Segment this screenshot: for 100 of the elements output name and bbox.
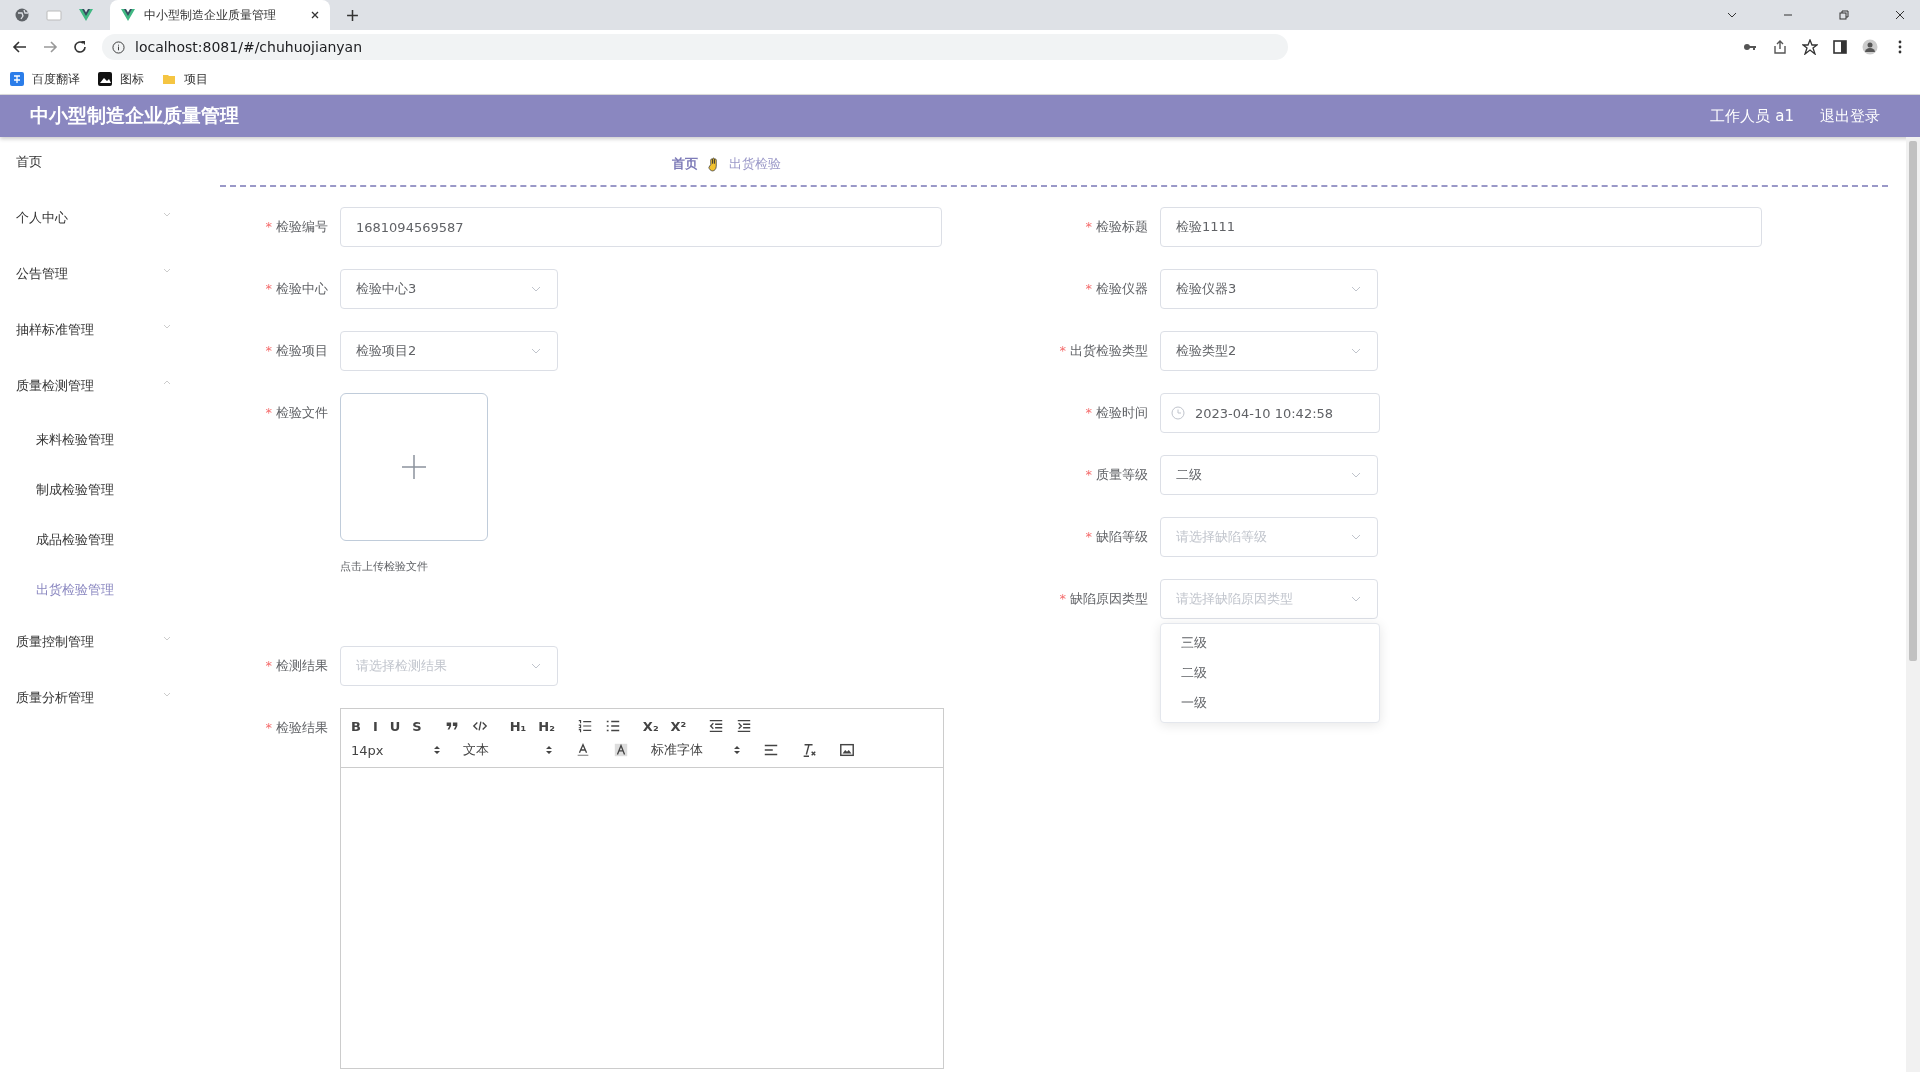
breadcrumb-link[interactable]: 首页 <box>672 155 698 173</box>
sidebar-subitem[interactable]: 来料检验管理 <box>0 431 190 481</box>
close-icon[interactable] <box>1894 9 1906 21</box>
user-name: 工作人员 a1 <box>1710 106 1794 126</box>
field-label: 质量等级 <box>1096 467 1148 482</box>
address-bar[interactable]: localhost:8081/#/chuhuojianyan <box>102 34 1288 60</box>
field-label: 缺陷等级 <box>1096 529 1148 544</box>
browser-tab[interactable]: 中小型制造企业质量管理 <box>110 0 330 30</box>
dropdown-option[interactable]: 二级 <box>1161 658 1379 688</box>
new-tab-icon[interactable] <box>346 8 359 22</box>
sidebar-item[interactable]: 个人中心 <box>0 207 190 263</box>
field-label: 检验项目 <box>276 343 328 358</box>
required-mark: * <box>1085 405 1092 420</box>
share-icon[interactable] <box>1772 39 1788 55</box>
sidebar-item[interactable]: 公告管理 <box>0 263 190 319</box>
required-mark: * <box>265 405 272 420</box>
sidebar-item[interactable]: 抽样标准管理 <box>0 319 190 375</box>
text-field[interactable]: 1681094569587 <box>340 207 942 247</box>
required-mark: * <box>1085 467 1092 482</box>
required-mark: * <box>1085 529 1092 544</box>
required-mark: * <box>265 219 272 234</box>
rich-text-editor[interactable]: B I U S H₁ H₂ X₂ X² 14px 文本 标准字体 <box>340 708 944 1069</box>
format-button[interactable]: H₁ <box>509 718 527 734</box>
datetime-field[interactable]: 2023-04-10 10:42:58 <box>1160 393 1380 433</box>
field-label: 检验仪器 <box>1096 281 1148 296</box>
v-logo-icon[interactable] <box>78 7 94 23</box>
bookmark[interactable]: 百度翻译 <box>10 70 80 88</box>
required-mark: * <box>265 343 272 358</box>
sidebar-item[interactable]: 质量控制管理 <box>0 631 190 687</box>
heading-picker[interactable]: 文本 <box>463 741 553 759</box>
font-family-picker[interactable]: 标准字体 <box>651 741 741 759</box>
required-mark: * <box>1085 281 1092 296</box>
sort-icon <box>545 744 553 756</box>
align-icon[interactable] <box>763 742 779 758</box>
image-icon[interactable] <box>839 742 855 758</box>
format-button[interactable]: H₂ <box>538 718 555 734</box>
font-size-picker[interactable]: 14px <box>351 742 441 758</box>
format-button[interactable]: U <box>389 718 401 734</box>
required-mark: * <box>1059 591 1066 606</box>
close-icon[interactable] <box>310 10 320 20</box>
field-label: 出货检验类型 <box>1070 343 1148 358</box>
format-button[interactable]: I <box>372 718 378 734</box>
sidebar-item[interactable]: 质量检测管理 <box>0 375 190 431</box>
hand-icon <box>708 156 719 172</box>
back-icon[interactable] <box>12 39 28 55</box>
sort-icon <box>733 744 741 756</box>
globe-icon[interactable] <box>14 7 30 23</box>
upload-hint: 点击上传检验文件 <box>340 559 429 574</box>
required-mark: * <box>1059 343 1066 358</box>
select-field[interactable]: 检验中心3 <box>340 269 558 309</box>
plus-icon <box>400 453 428 481</box>
required-mark: * <box>265 720 272 735</box>
field-label: 检验编号 <box>276 219 328 234</box>
outdent-icon[interactable] <box>708 718 725 734</box>
app-title: 中小型制造企业质量管理 <box>30 103 239 128</box>
dropdown-option[interactable]: 一级 <box>1161 688 1379 718</box>
profile-icon[interactable] <box>1862 39 1878 55</box>
forward-icon[interactable] <box>42 39 58 55</box>
restore-icon[interactable] <box>1838 9 1850 21</box>
reload-icon[interactable] <box>72 39 88 55</box>
format-button[interactable]: X² <box>670 718 687 734</box>
field-label: 检验结果 <box>276 720 328 735</box>
code-icon[interactable] <box>471 718 488 734</box>
star-icon[interactable] <box>1802 39 1818 55</box>
sidebar-item[interactable]: 首页 <box>0 151 190 207</box>
v-logo-icon <box>120 7 136 23</box>
field-label: 检验中心 <box>276 281 328 296</box>
select-field[interactable]: 检验项目2 <box>340 331 558 371</box>
bookmark[interactable]: 项目 <box>162 70 208 88</box>
select-field[interactable]: 检验类型2 <box>1160 331 1378 371</box>
clear-format-icon[interactable] <box>801 742 817 758</box>
required-mark: * <box>1085 219 1092 234</box>
select-field[interactable]: 二级 <box>1160 455 1378 495</box>
sidebar-subitem[interactable]: 成品检验管理 <box>0 531 190 581</box>
text-color-icon[interactable] <box>575 742 591 758</box>
bullet-list-icon[interactable] <box>604 718 621 734</box>
sidebar-subitem[interactable]: 制成检验管理 <box>0 481 190 531</box>
sidebar-item[interactable]: 质量分析管理 <box>0 687 190 743</box>
dropdown-option[interactable]: 三级 <box>1161 628 1379 658</box>
required-mark: * <box>265 658 272 673</box>
sort-icon <box>433 744 441 756</box>
numbered-list-icon[interactable] <box>576 718 593 734</box>
indent-icon[interactable] <box>736 718 753 734</box>
format-button[interactable]: B <box>351 718 361 734</box>
highlight-icon[interactable] <box>613 742 629 758</box>
image-icon <box>98 72 112 86</box>
select-field[interactable]: 检验仪器3 <box>1160 269 1378 309</box>
sidebar-subitem[interactable]: 出货检验管理 <box>0 581 254 631</box>
side-panel-icon[interactable] <box>1832 39 1848 55</box>
info-icon[interactable] <box>112 40 125 54</box>
text-field[interactable]: 检验1111 <box>1160 207 1762 247</box>
field-label: 检验文件 <box>276 405 328 420</box>
field-label: 检验标题 <box>1096 219 1148 234</box>
folder-icon <box>162 72 176 86</box>
scrollbar-thumb[interactable] <box>1909 141 1917 661</box>
bookmark[interactable]: 图标 <box>98 70 144 88</box>
format-button[interactable]: S <box>412 718 422 734</box>
required-mark: * <box>265 281 272 296</box>
field-label: 检测结果 <box>276 658 328 673</box>
format-button[interactable]: X₂ <box>642 718 659 734</box>
